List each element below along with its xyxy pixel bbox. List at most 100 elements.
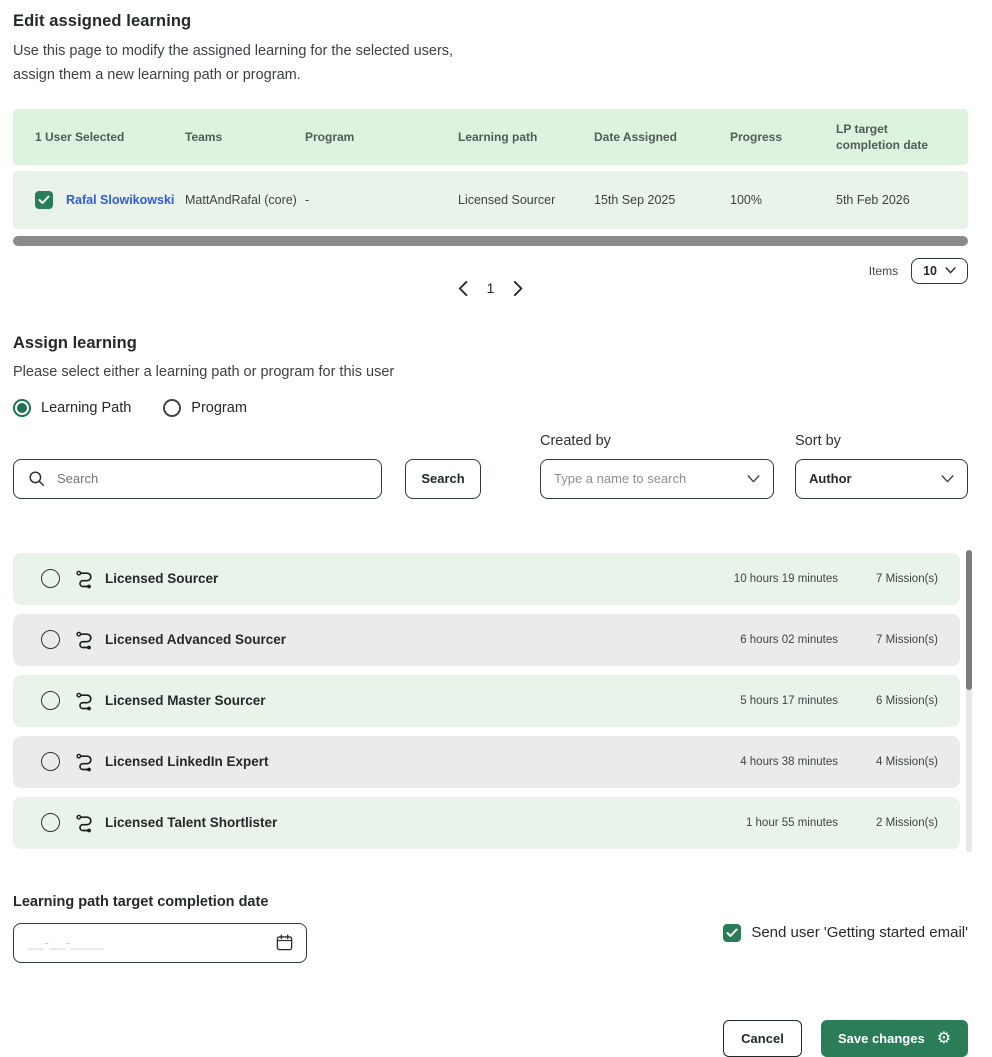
target-completion-date-input[interactable] <box>28 935 275 950</box>
item-radio[interactable] <box>41 630 60 649</box>
column-header-program: Program <box>305 129 458 145</box>
item-radio[interactable] <box>41 813 60 832</box>
previous-page-button[interactable] <box>456 279 470 298</box>
learning-path-route-icon <box>75 691 95 711</box>
learning-path-name: Licensed Master Sourcer <box>105 693 266 708</box>
learning-path-item[interactable]: Licensed Advanced Sourcer 6 hours 02 min… <box>13 614 960 666</box>
pagination: Items 10 1 <box>13 258 968 314</box>
learning-path-list: Licensed Sourcer 10 hours 19 minutes 7 M… <box>13 553 968 849</box>
save-changes-button[interactable]: Save changes ⚙ <box>821 1020 968 1057</box>
user-cell: Rafal Slowikowski <box>35 191 185 209</box>
learning-path-missions: 6 Mission(s) <box>862 695 938 707</box>
learning-path-name: Licensed Sourcer <box>105 571 218 586</box>
chevron-down-icon <box>941 475 954 483</box>
learning-path-item[interactable]: Licensed Talent Shortlister 1 hour 55 mi… <box>13 797 960 849</box>
learning-path-route-icon <box>75 630 95 650</box>
assign-type-radios: Learning Path Program <box>13 399 968 417</box>
assign-learning-title: Assign learning <box>13 334 968 353</box>
items-label: Items <box>869 264 898 278</box>
page-title: Edit assigned learning <box>13 12 968 31</box>
table-row: Rafal Slowikowski MattAndRafal (core) - … <box>13 171 968 229</box>
cancel-button[interactable]: Cancel <box>723 1020 802 1057</box>
user-name-link[interactable]: Rafal Slowikowski <box>66 193 174 207</box>
learning-path-name: Licensed Talent Shortlister <box>105 815 277 830</box>
assigned-learning-table: 1 User Selected Teams Program Learning p… <box>13 109 968 229</box>
learning-path-missions: 7 Mission(s) <box>862 573 938 585</box>
learning-path-name: Licensed LinkedIn Expert <box>105 754 269 769</box>
page-description: Use this page to modify the assigned lea… <box>13 40 475 88</box>
created-by-select[interactable]: Type a name to search <box>540 459 774 499</box>
learning-path-duration: 6 hours 02 minutes <box>698 634 838 646</box>
lp-target-date-cell: 5th Feb 2026 <box>836 193 952 207</box>
column-header-teams: Teams <box>185 129 305 145</box>
sort-by-select[interactable]: Author <box>795 459 968 499</box>
learning-path-duration: 5 hours 17 minutes <box>698 695 838 707</box>
radio-selected-icon <box>13 399 31 417</box>
column-header-date-assigned: Date Assigned <box>594 129 730 145</box>
row-checkbox[interactable] <box>35 191 53 209</box>
learning-path-route-icon <box>75 813 95 833</box>
search-input-container <box>13 459 382 499</box>
sort-by-label: Sort by <box>795 433 841 449</box>
created-by-label: Created by <box>540 433 611 449</box>
edit-assigned-learning-page: Edit assigned learning Use this page to … <box>0 0 992 1057</box>
gear-icon: ⚙ <box>937 1030 951 1046</box>
learning-path-route-icon <box>75 752 95 772</box>
search-input[interactable] <box>57 471 367 486</box>
learning-path-item[interactable]: Licensed Master Sourcer 5 hours 17 minut… <box>13 675 960 727</box>
learning-path-missions: 2 Mission(s) <box>862 817 938 829</box>
table-header: 1 User Selected Teams Program Learning p… <box>13 109 968 165</box>
learning-path-duration: 1 hour 55 minutes <box>698 817 838 829</box>
radio-program[interactable]: Program <box>163 399 247 417</box>
sort-by-value: Author <box>809 471 852 486</box>
date-assigned-cell: 15th Sep 2025 <box>594 193 730 207</box>
next-page-button[interactable] <box>511 279 525 298</box>
radio-unselected-icon <box>163 399 181 417</box>
send-email-checkbox[interactable] <box>723 924 741 942</box>
progress-cell: 100% <box>730 193 836 207</box>
search-button[interactable]: Search <box>405 459 481 499</box>
check-icon <box>726 928 738 938</box>
learning-path-item[interactable]: Licensed LinkedIn Expert 4 hours 38 minu… <box>13 736 960 788</box>
assign-learning-subtitle: Please select either a learning path or … <box>13 364 968 380</box>
vertical-scrollbar[interactable] <box>966 550 972 852</box>
search-icon <box>28 470 46 488</box>
calendar-icon[interactable] <box>275 933 294 952</box>
chevron-down-icon <box>747 475 760 483</box>
page-size-value: 10 <box>923 264 937 278</box>
learning-path-missions: 7 Mission(s) <box>862 634 938 646</box>
pager: 1 <box>456 279 526 298</box>
horizontal-scrollbar[interactable] <box>13 236 968 246</box>
column-header-user: 1 User Selected <box>35 129 185 145</box>
target-completion-date-label: Learning path target completion date <box>13 894 968 910</box>
learning-path-cell: Licensed Sourcer <box>458 193 594 207</box>
page-size-select[interactable]: 10 <box>911 258 968 284</box>
learning-path-missions: 4 Mission(s) <box>862 756 938 768</box>
action-buttons: Cancel Save changes ⚙ <box>13 1020 968 1057</box>
item-radio[interactable] <box>41 569 60 588</box>
filters-bar: Created by Sort by Search Type a name to… <box>13 433 968 497</box>
learning-path-duration: 10 hours 19 minutes <box>698 573 838 585</box>
chevron-left-icon <box>458 281 468 296</box>
column-header-learning-path: Learning path <box>458 129 594 145</box>
learning-path-item[interactable]: Licensed Sourcer 10 hours 19 minutes 7 M… <box>13 553 960 605</box>
vertical-scrollbar-thumb[interactable] <box>966 550 972 690</box>
send-email-label: Send user 'Getting started email' <box>751 924 968 941</box>
program-cell: - <box>305 193 458 207</box>
radio-program-label: Program <box>191 400 247 416</box>
column-header-lp-target-date: LP target completion date <box>836 121 952 153</box>
send-email-option[interactable]: Send user 'Getting started email' <box>723 924 968 942</box>
item-radio[interactable] <box>41 752 60 771</box>
teams-cell: MattAndRafal (core) <box>185 193 305 207</box>
column-header-progress: Progress <box>730 129 836 145</box>
learning-path-name: Licensed Advanced Sourcer <box>105 632 286 647</box>
check-icon <box>38 195 50 205</box>
learning-path-route-icon <box>75 569 95 589</box>
completion-section: Learning path target completion date Sen… <box>13 894 968 966</box>
radio-learning-path[interactable]: Learning Path <box>13 399 131 417</box>
radio-learning-path-label: Learning Path <box>41 400 131 416</box>
item-radio[interactable] <box>41 691 60 710</box>
created-by-placeholder: Type a name to search <box>554 471 686 486</box>
page-size-group: Items 10 <box>869 258 968 284</box>
current-page-number: 1 <box>487 280 495 296</box>
